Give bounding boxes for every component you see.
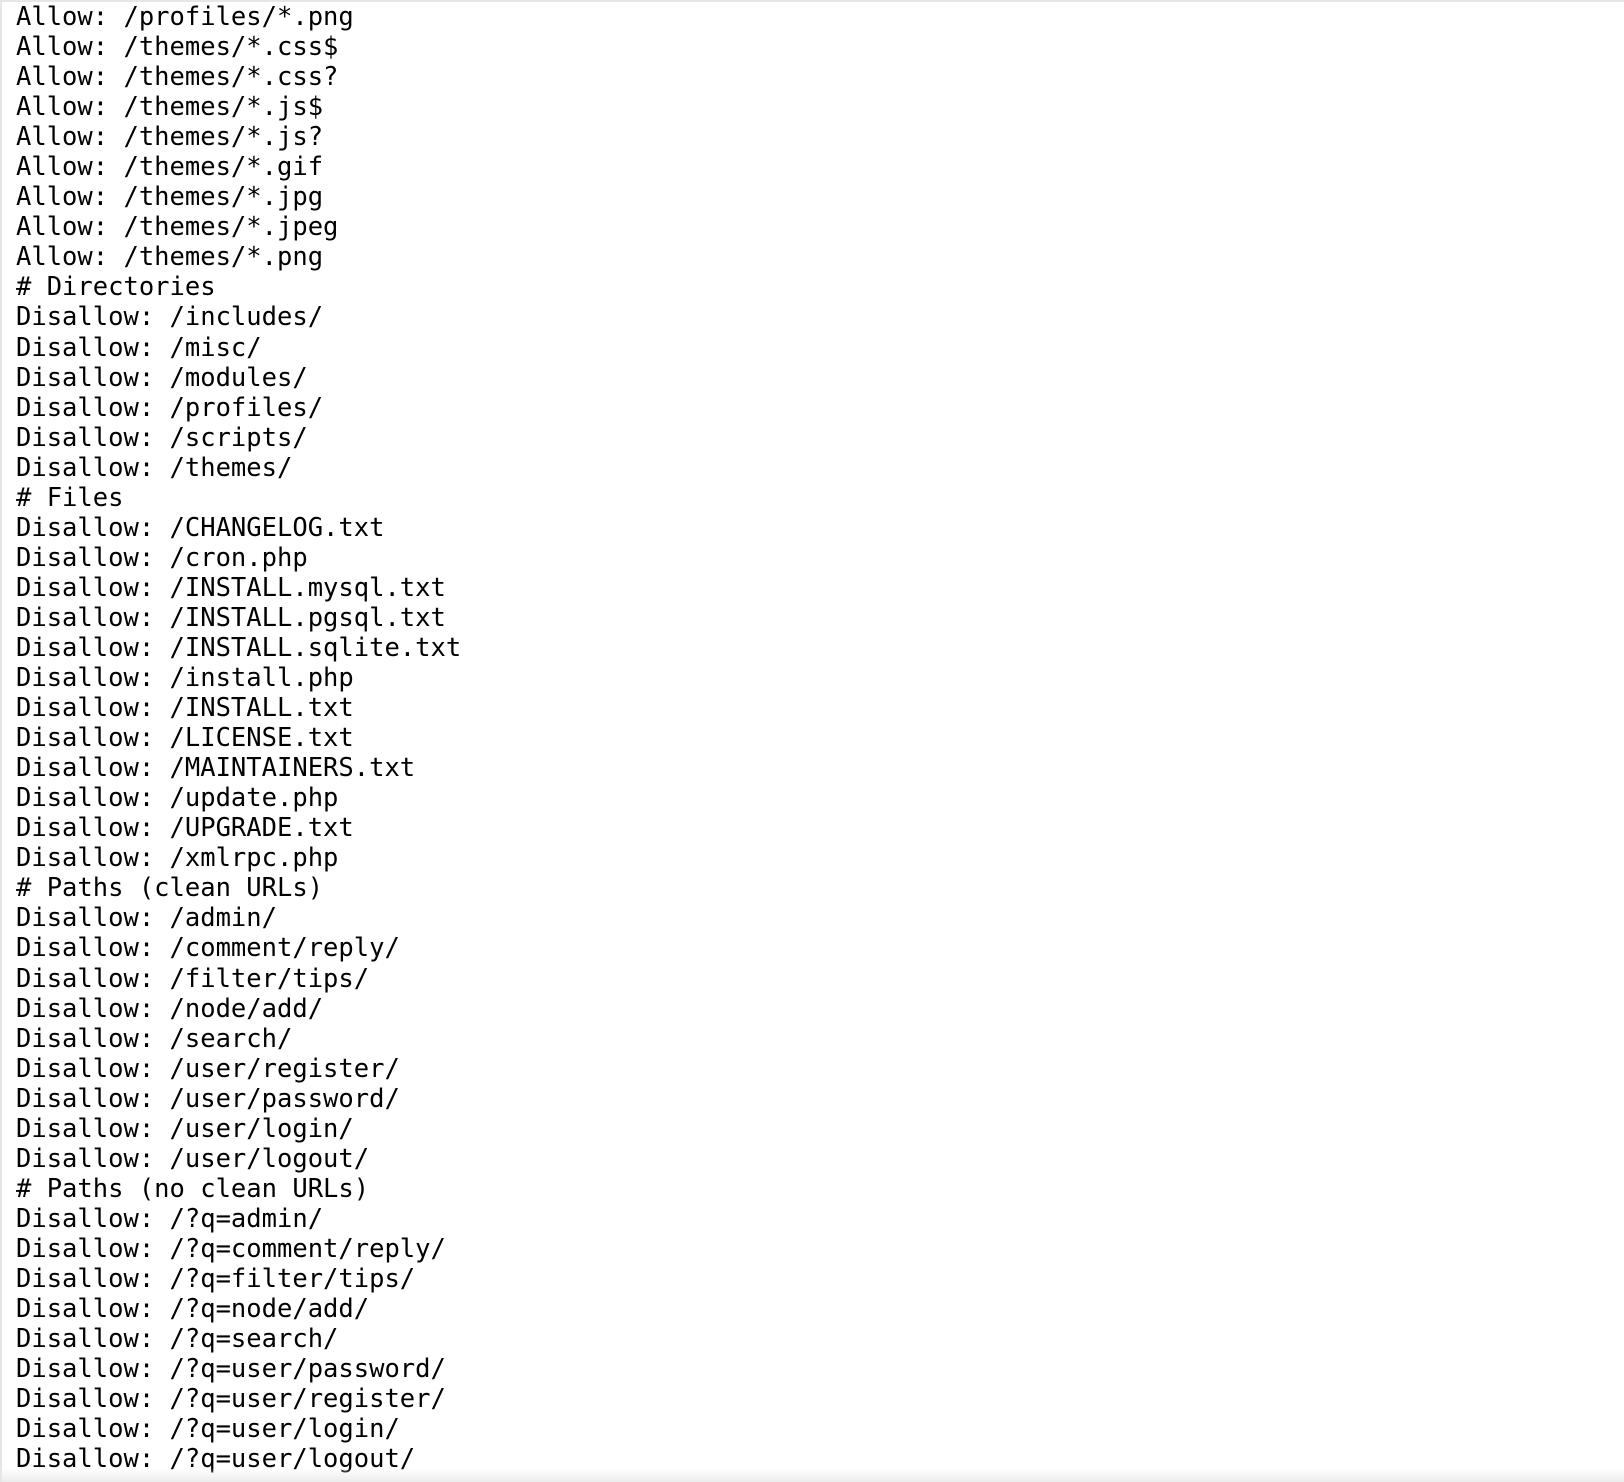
text-line: Disallow: /user/logout/ — [16, 1143, 370, 1174]
comment-line: # Directories — [16, 272, 216, 303]
text-line: Allow: /themes/*.js$ — [16, 92, 324, 123]
text-line: Disallow: /?q=user/login/ — [16, 1414, 400, 1445]
text-line: Disallow: /filter/tips/ — [16, 963, 370, 994]
text-line: Disallow: /LICENSE.txt — [16, 723, 354, 754]
text-line: Allow: /themes/*.css$ — [16, 32, 339, 63]
text-line: Disallow: /?q=admin/ — [16, 1203, 324, 1234]
text-line: Disallow: /xmlrpc.php — [16, 843, 339, 874]
text-line: Disallow: /?q=filter/tips/ — [16, 1263, 416, 1294]
text-line: Disallow: /modules/ — [16, 362, 308, 393]
robots-txt-content: Allow: /profiles/*.png Allow: /themes/*.… — [2, 2, 1624, 1474]
text-line: Disallow: /UPGRADE.txt — [16, 813, 354, 844]
text-line: Allow: /themes/*.jpg — [16, 182, 324, 213]
text-line: Disallow: /?q=user/register/ — [16, 1384, 446, 1415]
text-line: Allow: /themes/*.gif — [16, 152, 324, 183]
text-line: Disallow: /?q=user/password/ — [16, 1354, 446, 1385]
text-line: Disallow: /INSTALL.txt — [16, 693, 354, 724]
text-line: Disallow: /CHANGELOG.txt — [16, 512, 385, 543]
text-line: Disallow: /INSTALL.mysql.txt — [16, 572, 446, 603]
text-line: Disallow: /INSTALL.pgsql.txt — [16, 602, 446, 633]
text-line: Disallow: /comment/reply/ — [16, 933, 400, 964]
text-line: Disallow: /themes/ — [16, 452, 293, 483]
text-line: Disallow: /MAINTAINERS.txt — [16, 753, 416, 784]
text-line: Disallow: /user/password/ — [16, 1083, 400, 1114]
text-line: Disallow: /INSTALL.sqlite.txt — [16, 632, 462, 663]
text-line: Disallow: /scripts/ — [16, 422, 308, 453]
text-line: Disallow: /search/ — [16, 1023, 293, 1054]
text-line: Disallow: /admin/ — [16, 903, 277, 934]
bottom-edge-shadow — [2, 1468, 1624, 1482]
text-line: Disallow: /?q=node/add/ — [16, 1294, 370, 1325]
text-line: Disallow: /cron.php — [16, 542, 308, 573]
text-line: Disallow: /profiles/ — [16, 392, 324, 423]
text-line: Allow: /themes/*.js? — [16, 122, 324, 153]
text-line: Disallow: /includes/ — [16, 302, 324, 333]
text-line: Disallow: /update.php — [16, 783, 339, 814]
text-line: Disallow: /user/register/ — [16, 1053, 400, 1084]
text-line: Disallow: /?q=comment/reply/ — [16, 1233, 446, 1264]
comment-line: # Paths (clean URLs) — [16, 873, 324, 904]
text-line: Disallow: /user/login/ — [16, 1113, 354, 1144]
text-line: Allow: /themes/*.css? — [16, 62, 339, 93]
comment-line: # Files — [16, 482, 124, 513]
text-line: Disallow: /node/add/ — [16, 993, 324, 1024]
text-line: Disallow: /misc/ — [16, 332, 262, 363]
text-line: Allow: /themes/*.png — [16, 242, 324, 273]
text-line: Disallow: /install.php — [16, 663, 354, 694]
text-line: Allow: /profiles/*.png — [16, 2, 354, 32]
browser-viewport: Allow: /profiles/*.png Allow: /themes/*.… — [0, 0, 1624, 1482]
text-line: Allow: /themes/*.jpeg — [16, 212, 339, 243]
comment-line: # Paths (no clean URLs) — [16, 1173, 370, 1204]
text-line: Disallow: /?q=search/ — [16, 1324, 339, 1355]
